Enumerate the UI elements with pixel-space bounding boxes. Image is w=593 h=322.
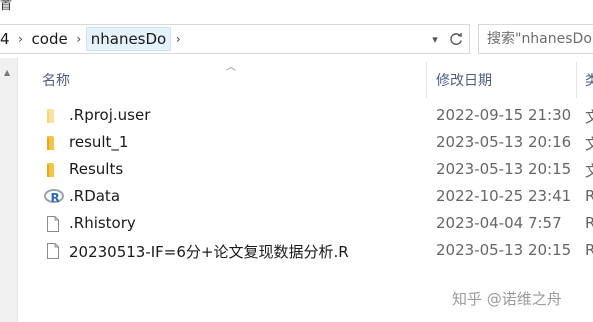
- file-name: 20230513-IF=6分+论文复现数据分析.R: [69, 243, 349, 261]
- address-dropdown-icon[interactable]: ▾: [425, 25, 445, 53]
- search-input[interactable]: [479, 25, 593, 53]
- file-modified-date: 2023-05-13 20:15: [436, 241, 572, 259]
- file-row[interactable]: .Rproj.user 2022-09-15 21:30 文: [18, 103, 593, 130]
- file-name: Results: [69, 160, 124, 178]
- column-header-row: 名称 ︿ 修改日期 类: [18, 58, 593, 98]
- file-row[interactable]: .Rhistory 2023-04-04 7:57 R: [18, 211, 593, 238]
- watermark: 知乎 @诺维之舟: [452, 290, 562, 308]
- file-name: .Rproj.user: [69, 106, 151, 124]
- chevron-right-icon[interactable]: ›: [171, 32, 185, 46]
- search-box[interactable]: [478, 24, 593, 54]
- file-row[interactable]: 20230513-IF=6分+论文复现数据分析.R 2023-05-13 20:…: [18, 238, 593, 265]
- window-title-fragment: 首: [0, 0, 13, 12]
- file-type: R: [585, 241, 593, 259]
- file-name: .Rhistory: [69, 214, 136, 232]
- breadcrumb-item-parent[interactable]: 4: [0, 28, 14, 50]
- file-type: R: [585, 214, 593, 232]
- breadcrumb-item-code[interactable]: code: [28, 28, 72, 50]
- column-divider[interactable]: [576, 62, 577, 98]
- breadcrumb-item-nhanesdo[interactable]: nhanesDo: [85, 27, 172, 51]
- file-row[interactable]: result_1 2023-05-13 20:16 文: [18, 130, 593, 157]
- document-icon: [44, 215, 62, 233]
- sort-ascending-icon: ︿: [226, 62, 236, 73]
- folder-icon: [44, 134, 62, 152]
- chevron-right-icon[interactable]: ›: [72, 32, 86, 46]
- file-modified-date: 2023-05-13 20:15: [436, 160, 572, 178]
- column-header-date[interactable]: 修改日期: [436, 70, 492, 90]
- svg-text:R: R: [51, 191, 60, 205]
- chevron-right-icon[interactable]: ›: [14, 32, 28, 46]
- column-header-name[interactable]: 名称: [42, 70, 70, 90]
- file-type: 文: [585, 135, 593, 153]
- file-type: 文: [585, 108, 593, 126]
- column-divider[interactable]: [426, 62, 427, 98]
- address-bar[interactable]: 4 › code › nhanesDo › ▾: [0, 24, 470, 54]
- breadcrumb: 4 › code › nhanesDo ›: [0, 25, 185, 53]
- refresh-icon[interactable]: [445, 25, 467, 53]
- file-modified-date: 2023-04-04 7:57: [436, 214, 562, 232]
- window-title-strip: 首: [0, 0, 593, 20]
- file-row[interactable]: R .RData 2022-10-25 23:41 R: [18, 184, 593, 211]
- folder-icon: [44, 161, 62, 179]
- scroll-up-icon[interactable]: ▲: [4, 68, 10, 77]
- file-modified-date: 2022-09-15 21:30: [436, 106, 572, 124]
- file-type: R: [585, 187, 593, 205]
- column-header-type[interactable]: 类: [585, 70, 593, 90]
- file-row[interactable]: Results 2023-05-13 20:15 文: [18, 157, 593, 184]
- file-modified-date: 2022-10-25 23:41: [436, 187, 572, 205]
- document-icon: [44, 242, 62, 260]
- navigation-pane-edge[interactable]: ▲: [0, 58, 18, 322]
- file-modified-date: 2023-05-13 20:16: [436, 133, 572, 151]
- file-name: result_1: [69, 133, 129, 151]
- file-name: .RData: [69, 187, 121, 205]
- file-type: 文: [585, 162, 593, 180]
- folder-light-icon: [44, 107, 62, 125]
- r-file-icon: R: [44, 188, 64, 206]
